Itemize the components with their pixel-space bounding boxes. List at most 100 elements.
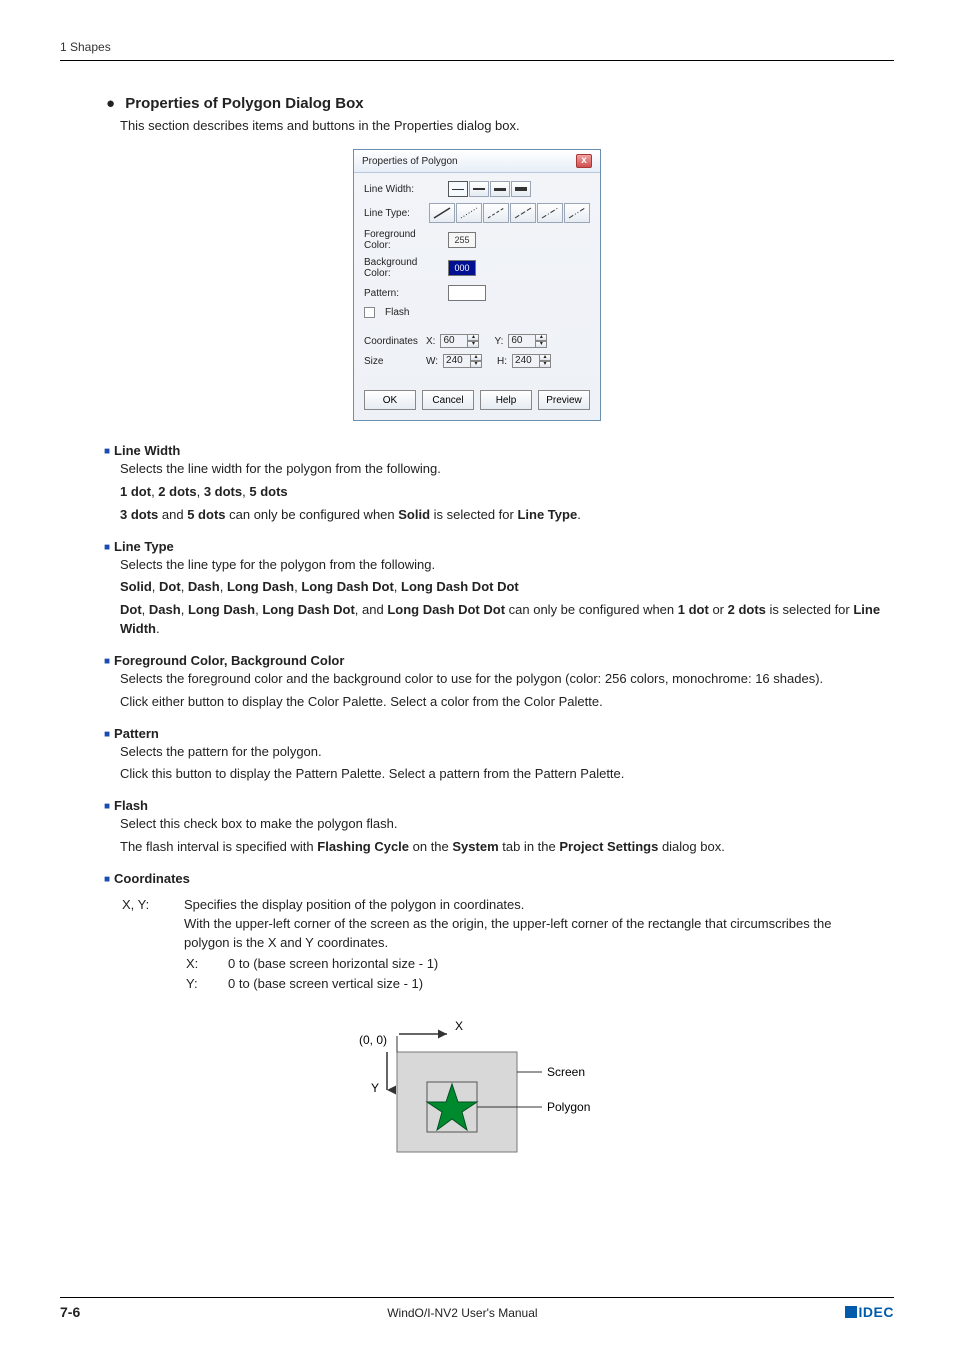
- coordinate-diagram: X Y (0, 0) Screen Polygon: [60, 1012, 894, 1162]
- bg-color-button[interactable]: 000: [448, 260, 476, 276]
- h-spinner[interactable]: 240 ▴▾: [512, 354, 551, 368]
- dialog-footer: OK Cancel Help Preview: [354, 382, 600, 420]
- linewidth-buttons: [448, 181, 531, 197]
- section-fgbg: ■ Foreground Color, Background Color Sele…: [104, 653, 894, 712]
- close-icon[interactable]: x: [576, 154, 592, 168]
- spin-down-icon[interactable]: ▾: [535, 341, 547, 348]
- diagram-y-label: Y: [371, 1081, 379, 1095]
- x-range-val: 0 to (base screen horizontal size - 1): [228, 955, 458, 974]
- chapter-label: 1 Shapes: [60, 40, 111, 54]
- manual-name: WindO/I-NV2 User's Manual: [387, 1306, 537, 1320]
- section-title: Foreground Color, Background Color: [114, 653, 344, 668]
- h-input[interactable]: 240: [512, 354, 540, 368]
- fg-color-button[interactable]: 255: [448, 232, 476, 248]
- spin-up-icon[interactable]: ▴: [470, 354, 482, 361]
- help-button[interactable]: Help: [480, 390, 532, 410]
- linewidth-5dot-button[interactable]: [511, 181, 531, 197]
- y-range-label: Y:: [186, 975, 226, 994]
- logo-text: IDEC: [859, 1304, 894, 1320]
- properties-dialog: Properties of Polygon x Line Width: Line…: [353, 149, 601, 421]
- page-footer: 7-6 WindO/I-NV2 User's Manual IDEC: [60, 1297, 894, 1320]
- logo-square-icon: [845, 1306, 857, 1318]
- spin-down-icon[interactable]: ▾: [470, 361, 482, 368]
- linewidth-1dot-button[interactable]: [448, 181, 468, 197]
- section-title: Coordinates: [114, 871, 190, 886]
- linetype-longdashdot-button[interactable]: [537, 203, 563, 223]
- section-title: Line Width: [114, 443, 180, 458]
- linetype-dot-button[interactable]: [456, 203, 482, 223]
- xy-label: X, Y:: [122, 896, 182, 996]
- preview-button[interactable]: Preview: [538, 390, 590, 410]
- y-range-val: 0 to (base screen vertical size - 1): [228, 975, 458, 994]
- spin-up-icon[interactable]: ▴: [535, 334, 547, 341]
- fgbg-desc2: Click either button to display the Color…: [120, 693, 894, 712]
- linewidth-label: Line Width:: [364, 184, 442, 195]
- linetype-buttons: [429, 203, 590, 223]
- dialog-body: Line Width: Line Type:: [354, 173, 600, 382]
- linetype-label: Line Type:: [364, 208, 423, 219]
- coords-label: Coordinates: [364, 336, 420, 347]
- page-number: 7-6: [60, 1304, 80, 1320]
- w-input[interactable]: 240: [443, 354, 471, 368]
- diagram-polygon-label: Polygon: [547, 1100, 590, 1114]
- flash-checkbox[interactable]: [364, 307, 375, 318]
- size-label: Size: [364, 356, 420, 367]
- linewidth-desc: Selects the line width for the polygon f…: [120, 460, 894, 479]
- linetype-note: Dot, Dash, Long Dash, Long Dash Dot, and…: [120, 601, 894, 639]
- fg-label: Foreground Color:: [364, 229, 442, 251]
- linetype-solid-button[interactable]: [429, 203, 455, 223]
- flash-desc1: Select this check box to make the polygo…: [120, 815, 894, 834]
- linetype-options: Solid, Dot, Dash, Long Dash, Long Dash D…: [120, 578, 894, 597]
- flash-desc2: The flash interval is specified with Fla…: [120, 838, 894, 857]
- page-header: 1 Shapes: [60, 40, 894, 61]
- linetype-dash-button[interactable]: [483, 203, 509, 223]
- square-bullet-icon: ■: [104, 729, 110, 740]
- linewidth-2dot-button[interactable]: [469, 181, 489, 197]
- square-bullet-icon: ■: [104, 656, 110, 667]
- bullet-icon: ●: [106, 95, 115, 112]
- idec-logo: IDEC: [845, 1304, 894, 1320]
- square-bullet-icon: ■: [104, 874, 110, 885]
- x-spinner[interactable]: 60 ▴▾: [440, 334, 479, 348]
- dialog-titlebar: Properties of Polygon x: [354, 150, 600, 173]
- pattern-desc2: Click this button to display the Pattern…: [120, 765, 894, 784]
- linewidth-3dot-button[interactable]: [490, 181, 510, 197]
- linetype-longdash-button[interactable]: [510, 203, 536, 223]
- fgbg-desc1: Selects the foreground color and the bac…: [120, 670, 894, 689]
- coordinates-table: X, Y: Specifies the display position of …: [120, 894, 894, 998]
- main-heading: ● Properties of Polygon Dialog Box: [106, 95, 894, 112]
- x-input[interactable]: 60: [440, 334, 468, 348]
- linetype-longdashdotdot-button[interactable]: [564, 203, 590, 223]
- y-input[interactable]: 60: [508, 334, 536, 348]
- spin-up-icon[interactable]: ▴: [539, 354, 551, 361]
- y-label: Y:: [494, 336, 503, 347]
- square-bullet-icon: ■: [104, 542, 110, 553]
- bg-label: Background Color:: [364, 257, 442, 279]
- diagram-screen-label: Screen: [547, 1065, 585, 1079]
- cancel-button[interactable]: Cancel: [422, 390, 474, 410]
- diagram-x-label: X: [455, 1019, 463, 1033]
- linetype-desc: Selects the line type for the polygon fr…: [120, 556, 894, 575]
- section-title: Flash: [114, 798, 148, 813]
- ok-button[interactable]: OK: [364, 390, 416, 410]
- intro-text: This section describes items and buttons…: [120, 118, 894, 133]
- y-spinner[interactable]: 60 ▴▾: [508, 334, 547, 348]
- section-pattern: ■Pattern Selects the pattern for the pol…: [104, 726, 894, 785]
- spin-down-icon[interactable]: ▾: [467, 341, 479, 348]
- x-label: X:: [426, 336, 435, 347]
- section-coordinates: ■ Coordinates: [104, 871, 894, 886]
- w-spinner[interactable]: 240 ▴▾: [443, 354, 482, 368]
- spin-up-icon[interactable]: ▴: [467, 334, 479, 341]
- h-label: H:: [497, 356, 507, 367]
- spin-down-icon[interactable]: ▾: [539, 361, 551, 368]
- diagram-origin-label: (0, 0): [359, 1033, 387, 1047]
- section-title: Line Type: [114, 539, 174, 554]
- linewidth-note: 3 dots and 5 dots can only be configured…: [120, 506, 894, 525]
- heading-text: Properties of Polygon Dialog Box: [125, 95, 363, 112]
- pattern-button[interactable]: [448, 285, 486, 301]
- pattern-desc1: Selects the pattern for the polygon.: [120, 743, 894, 762]
- coords-p1: Specifies the display position of the po…: [184, 896, 872, 915]
- coords-p2: With the upper-left corner of the screen…: [184, 915, 872, 953]
- dialog-container: Properties of Polygon x Line Width: Line…: [60, 149, 894, 421]
- linewidth-options: 1 dot, 2 dots, 3 dots, 5 dots: [120, 483, 894, 502]
